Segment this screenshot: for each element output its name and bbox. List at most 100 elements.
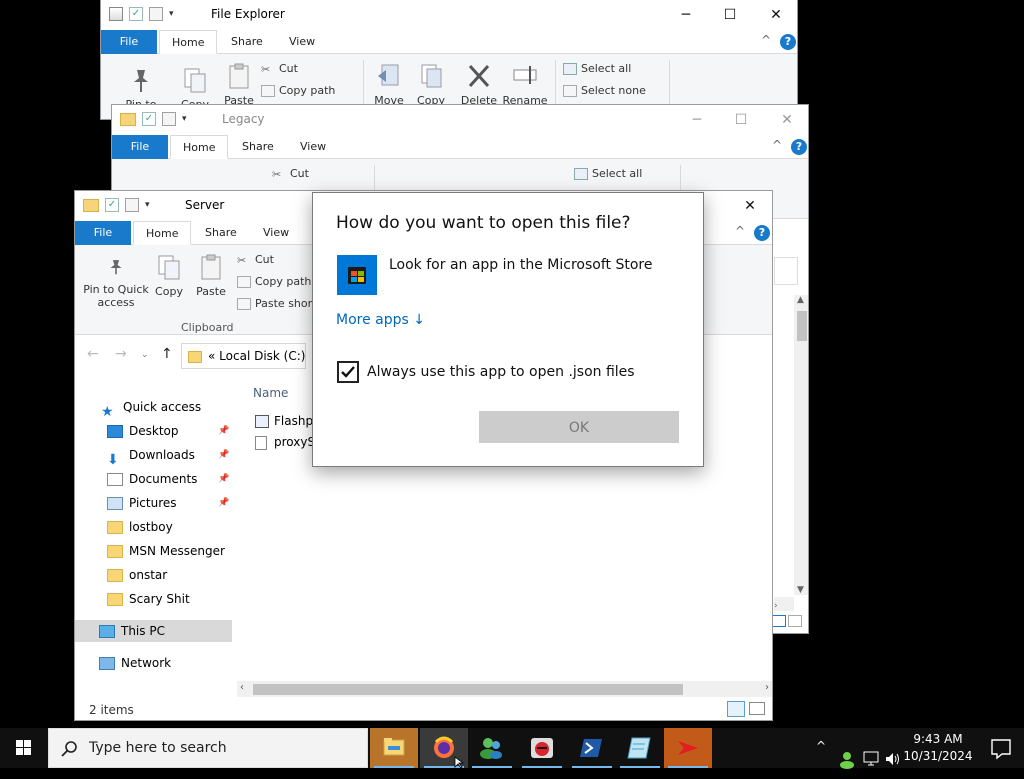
sidebar-item-scary-shit[interactable]: Scary Shit: [107, 588, 190, 610]
close-button[interactable]: ✕: [764, 105, 808, 135]
microsoft-store-option[interactable]: Look for an app in the Microsoft Store: [389, 257, 652, 273]
paste-shortcut-button[interactable]: Paste short: [237, 297, 316, 310]
ok-button[interactable]: OK: [479, 411, 679, 443]
sidebar-item-quick-access[interactable]: ★ Quick access: [101, 396, 201, 420]
details-view-icon[interactable]: [772, 615, 786, 627]
customize-toolbar-arrow-icon[interactable]: ▾: [169, 9, 174, 19]
delete-button[interactable]: Delete: [459, 62, 499, 107]
pin-icon: 📌: [218, 474, 230, 484]
back-arrow-icon[interactable]: ←: [87, 346, 99, 362]
copy-path-button[interactable]: Copy path: [237, 275, 311, 288]
collapse-ribbon-icon[interactable]: ^: [761, 33, 771, 47]
paste-button[interactable]: Paste: [193, 253, 229, 298]
close-button[interactable]: ✕: [727, 191, 772, 221]
copy-path-button[interactable]: Copy path: [261, 84, 335, 97]
cut-button[interactable]: ✂ Cut: [272, 167, 309, 181]
taskbar-red-app[interactable]: [664, 728, 712, 768]
customize-toolbar-arrow-icon[interactable]: ▾: [182, 114, 187, 124]
taskbar-angry-bird[interactable]: [518, 728, 566, 768]
tab-share[interactable]: Share: [242, 135, 274, 159]
vertical-scrollbar[interactable]: ▲ ▼: [794, 295, 808, 595]
more-apps-link[interactable]: More apps ↓: [336, 312, 425, 328]
checkmark-icon[interactable]: ✓: [105, 198, 119, 212]
always-use-label[interactable]: Always use this app to open .json files: [367, 364, 635, 380]
cut-button[interactable]: ✂ Cut: [261, 62, 298, 76]
horizontal-scrollbar[interactable]: ‹ ›: [237, 681, 772, 697]
new-folder-icon[interactable]: [162, 112, 176, 126]
sidebar-item-this-pc[interactable]: This PC: [75, 620, 232, 642]
large-icons-view-icon[interactable]: [788, 615, 802, 627]
maximize-button[interactable]: ☐: [707, 0, 753, 30]
address-bar[interactable]: « Local Disk (C:): [181, 343, 306, 369]
taskbar-messenger[interactable]: [468, 728, 516, 768]
sidebar-item-documents[interactable]: Documents: [107, 468, 197, 490]
search-box-edge[interactable]: [774, 257, 798, 285]
details-view-icon[interactable]: [727, 701, 745, 717]
select-all-button[interactable]: Select all: [574, 167, 642, 180]
forward-arrow-icon[interactable]: →: [115, 346, 127, 362]
taskbar-powershell[interactable]: [568, 728, 616, 768]
sidebar-item-downloads[interactable]: ⬇ Downloads: [107, 444, 195, 468]
taskbar-file-explorer[interactable]: [370, 728, 418, 768]
move-to-button[interactable]: Move: [371, 62, 407, 107]
sidebar-item-pictures[interactable]: Pictures: [107, 492, 177, 514]
hscroll-right-arrow[interactable]: ›: [774, 597, 794, 611]
tab-home[interactable]: Home: [133, 221, 192, 245]
copy-to-button[interactable]: Copy: [413, 62, 449, 107]
collapse-ribbon-icon[interactable]: ^: [735, 224, 745, 238]
close-button[interactable]: ✕: [753, 0, 797, 30]
checkmark-icon[interactable]: ✓: [129, 7, 143, 21]
tab-view[interactable]: View: [289, 30, 315, 54]
tab-view[interactable]: View: [300, 135, 326, 159]
column-header-name[interactable]: Name: [253, 386, 288, 400]
select-none-button[interactable]: Select none: [563, 84, 646, 97]
tab-view[interactable]: View: [263, 221, 289, 245]
tab-share[interactable]: Share: [231, 30, 263, 54]
sidebar-item-desktop[interactable]: Desktop: [107, 420, 179, 442]
checkmark-icon[interactable]: ✓: [142, 112, 156, 126]
file-row[interactable]: Flashpo: [255, 414, 320, 428]
microsoft-store-icon[interactable]: [337, 255, 377, 295]
paste-button[interactable]: Paste: [221, 62, 257, 107]
new-folder-icon[interactable]: [149, 7, 163, 21]
collapse-ribbon-icon[interactable]: ^: [772, 138, 782, 152]
help-icon[interactable]: ?: [780, 34, 796, 50]
tab-file[interactable]: File: [75, 221, 131, 245]
user-tray-icon[interactable]: [838, 739, 856, 779]
cut-button[interactable]: ✂ Cut: [237, 253, 274, 267]
action-center-button[interactable]: [978, 728, 1024, 768]
sidebar-item-msn-messenger[interactable]: MSN Messenger: [107, 540, 225, 562]
file-explorer-titlebar[interactable]: ✓ ▾ File Explorer ─ ☐ ✕: [101, 0, 797, 30]
recent-locations-icon[interactable]: ⌄: [141, 350, 149, 360]
taskbar-search-input[interactable]: Type here to search: [48, 728, 368, 768]
minimize-button[interactable]: ─: [663, 0, 709, 30]
new-folder-icon[interactable]: [125, 198, 139, 212]
help-icon[interactable]: ?: [791, 139, 807, 155]
show-hidden-icons-icon[interactable]: ^: [816, 739, 826, 779]
minimize-button[interactable]: ─: [674, 105, 720, 135]
taskbar-notepad[interactable]: [616, 728, 664, 768]
legacy-titlebar[interactable]: ✓ ▾ Legacy ─ ☐ ✕: [112, 105, 808, 135]
start-button[interactable]: [0, 728, 48, 768]
large-icons-view-icon[interactable]: [749, 702, 765, 715]
sidebar-item-lostboy[interactable]: lostboy: [107, 516, 173, 538]
properties-icon[interactable]: [109, 7, 123, 21]
select-all-button[interactable]: Select all: [563, 62, 631, 75]
taskbar-clock[interactable]: 9:43 AM 10/31/2024: [900, 731, 976, 765]
help-icon[interactable]: ?: [754, 225, 770, 241]
always-use-checkbox[interactable]: [337, 361, 359, 383]
tab-home[interactable]: Home: [170, 135, 229, 159]
network-tray-icon[interactable]: [862, 739, 880, 779]
rename-button[interactable]: Rename: [501, 62, 549, 107]
tab-file[interactable]: File: [101, 30, 157, 54]
sidebar-item-onstar[interactable]: onstar: [107, 564, 167, 586]
customize-toolbar-arrow-icon[interactable]: ▾: [145, 200, 150, 210]
copy-button[interactable]: Copy: [151, 253, 187, 298]
tab-file[interactable]: File: [112, 135, 168, 159]
sidebar-item-network[interactable]: Network: [99, 652, 171, 674]
maximize-button[interactable]: ☐: [718, 105, 764, 135]
tab-home[interactable]: Home: [159, 30, 218, 54]
up-arrow-icon[interactable]: ↑: [161, 346, 173, 362]
tab-share[interactable]: Share: [205, 221, 237, 245]
pin-to-quick-access-button[interactable]: Pin to Quick access: [81, 257, 151, 309]
